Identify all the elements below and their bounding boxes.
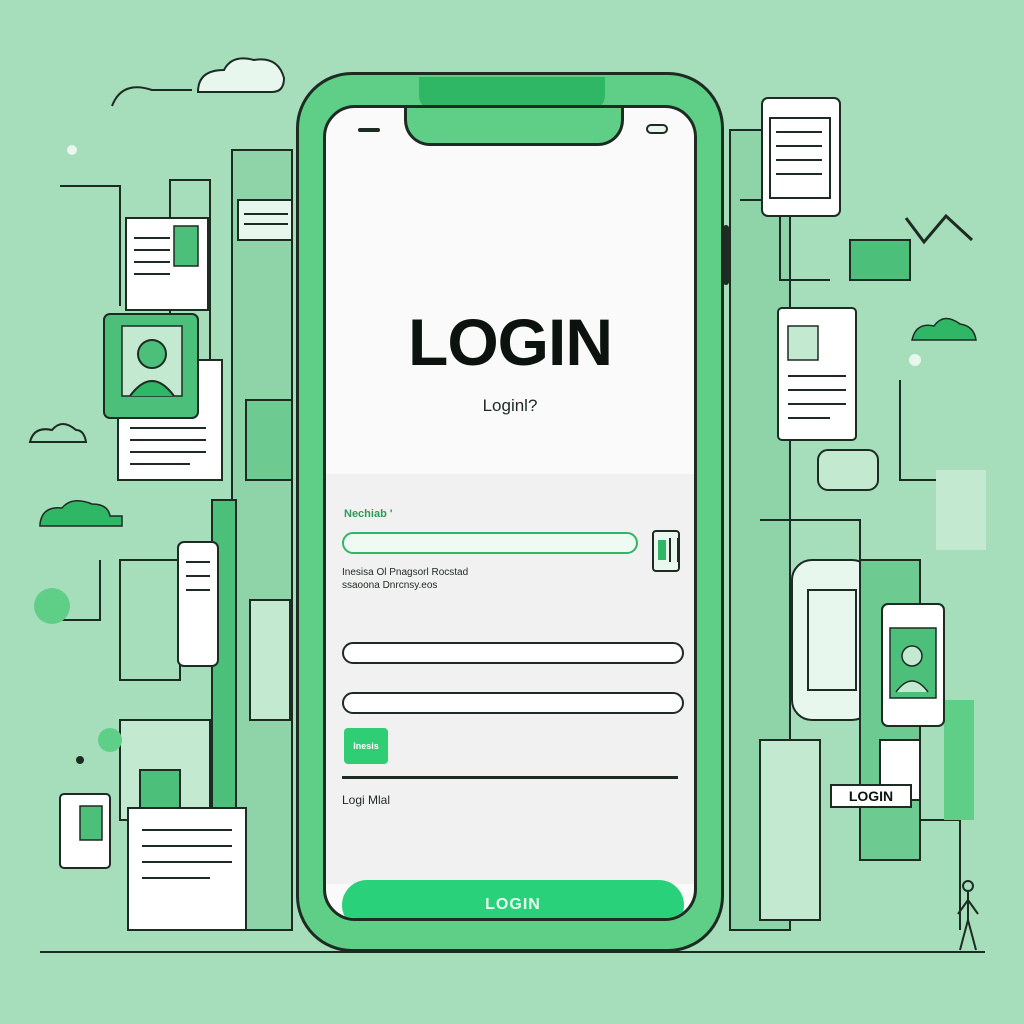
notice-line-2: ssaoona Dnrcnsy.eos	[342, 580, 438, 591]
phone-notch	[404, 108, 624, 146]
login-sign: LOGIN	[830, 784, 912, 808]
phone-mockup: LOGIN Loginl? Nechiab ' Inesisa Ol Pnags…	[296, 72, 729, 952]
password-input[interactable]	[342, 692, 684, 714]
document-icon	[127, 807, 247, 931]
profile-card-icon	[103, 313, 223, 481]
speaker-icon	[358, 128, 380, 132]
document-icon	[177, 541, 219, 667]
login-subtitle: Loginl?	[482, 396, 538, 415]
document-icon	[777, 307, 857, 441]
input-action-icon[interactable]	[652, 530, 680, 572]
login-link[interactable]: Logi Mlal	[342, 793, 390, 807]
secondary-button[interactable]: Inesis	[344, 728, 388, 764]
cloud-icon	[196, 57, 286, 93]
profile-card-icon	[881, 603, 945, 727]
cloud-icon	[39, 500, 123, 527]
field-label: Nechiab '	[344, 508, 393, 520]
document-icon	[59, 793, 111, 869]
document-icon	[125, 217, 209, 311]
login-button[interactable]: LOGIN	[342, 880, 684, 918]
divider	[342, 776, 678, 779]
notice-text: Inesisa Ol Pnagsorl Rocstad ssaoona Dnrc…	[342, 566, 468, 592]
login-title: LOGIN	[408, 305, 613, 379]
document-icon	[761, 97, 841, 217]
camera-icon	[646, 124, 668, 134]
notice-line-1: Inesisa Ol Pnagsorl Rocstad	[342, 567, 469, 578]
username-input[interactable]	[342, 532, 638, 554]
phone-screen: LOGIN Loginl? Nechiab ' Inesisa Ol Pnags…	[323, 105, 697, 921]
email-input[interactable]	[342, 642, 684, 664]
phone-side-button	[723, 225, 729, 285]
